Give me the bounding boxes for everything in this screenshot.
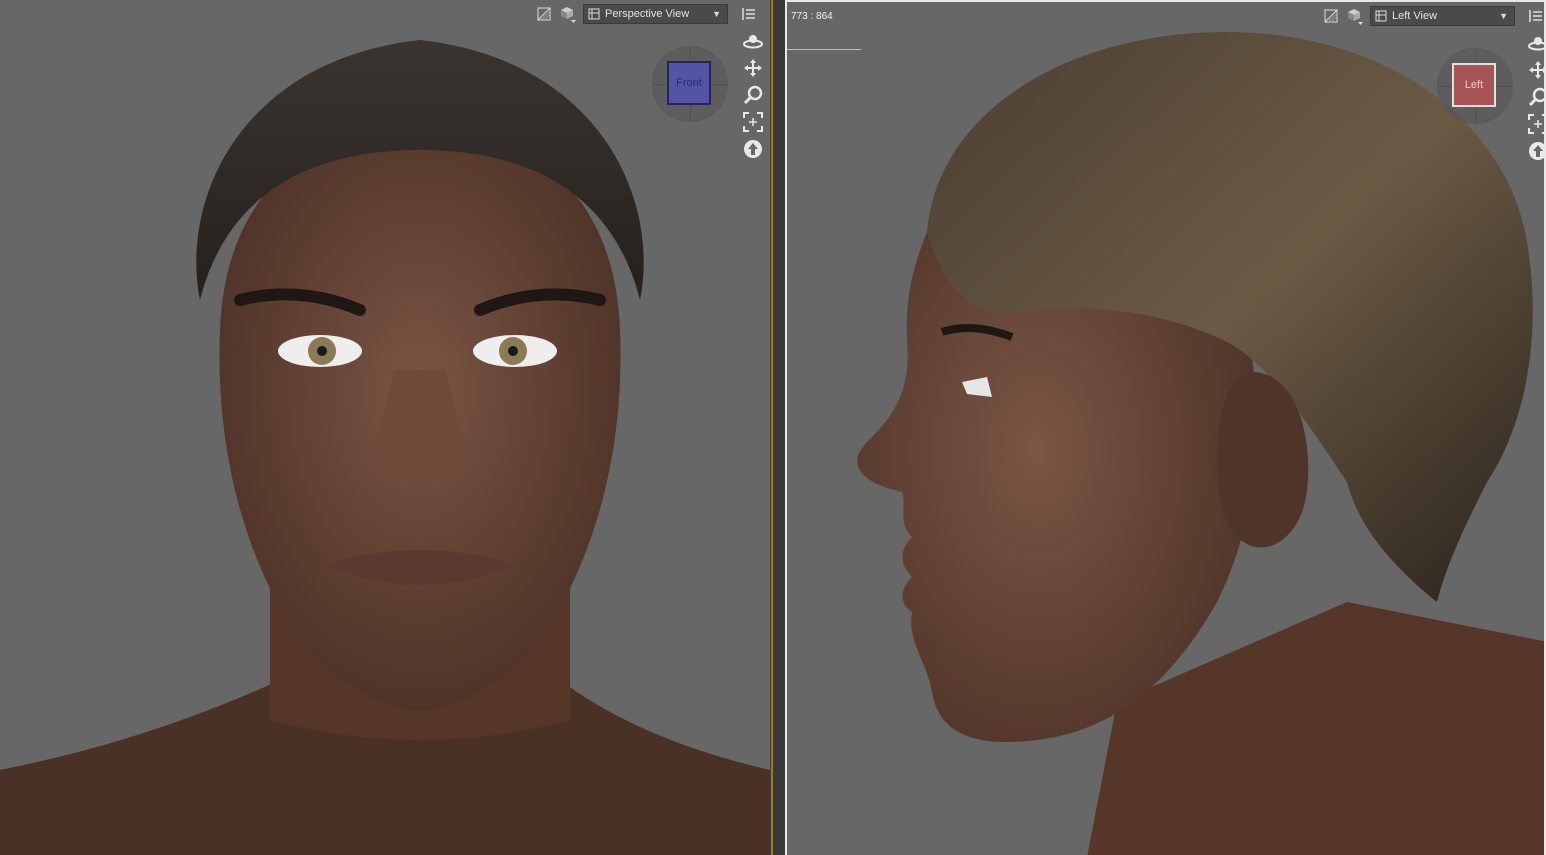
reset-view-icon[interactable]	[741, 138, 765, 160]
view-selector[interactable]: Perspective View ▼	[583, 4, 728, 24]
display-style-icon[interactable]	[1322, 7, 1340, 25]
view-cube[interactable]: Left	[1437, 48, 1513, 124]
viewport-menu-icon[interactable]	[1527, 7, 1544, 25]
viewport-layout-icon	[588, 8, 600, 20]
viewport-divider[interactable]	[770, 0, 785, 855]
pan-icon[interactable]	[741, 57, 765, 79]
right-viewport[interactable]: 773 : 864 Left View ▼ Left	[785, 0, 1546, 855]
orbit-icon[interactable]	[1526, 32, 1544, 54]
view-selector[interactable]: Left View ▼	[1370, 6, 1515, 26]
frame-icon[interactable]	[1526, 113, 1544, 135]
left-viewport[interactable]: Perspective View ▼ Front	[0, 0, 770, 855]
viewport-menu-icon[interactable]	[740, 5, 758, 23]
pan-icon[interactable]	[1526, 59, 1544, 81]
reset-view-icon[interactable]	[1526, 140, 1544, 162]
view-cube[interactable]: Front	[652, 46, 728, 122]
view-label: Perspective View	[605, 8, 690, 20]
divider-line	[787, 49, 861, 50]
profile-head-render	[857, 32, 1544, 855]
chevron-down-icon: ▼	[712, 9, 721, 19]
cube-face-front[interactable]: Front	[667, 61, 711, 105]
chevron-down-icon: ▼	[1499, 11, 1508, 21]
front-head-render	[0, 40, 770, 855]
shading-cube-icon[interactable]	[559, 5, 577, 23]
frame-icon[interactable]	[741, 111, 765, 133]
zoom-icon[interactable]	[1526, 86, 1544, 108]
coordinate-readout: 773 : 864	[791, 11, 833, 22]
zoom-icon[interactable]	[741, 84, 765, 106]
shading-cube-icon[interactable]	[1346, 7, 1364, 25]
display-style-icon[interactable]	[535, 5, 553, 23]
cube-face-left[interactable]: Left	[1452, 63, 1496, 107]
viewport-layout-icon	[1375, 10, 1387, 22]
view-label: Left View	[1392, 10, 1438, 22]
orbit-icon[interactable]	[741, 30, 765, 52]
